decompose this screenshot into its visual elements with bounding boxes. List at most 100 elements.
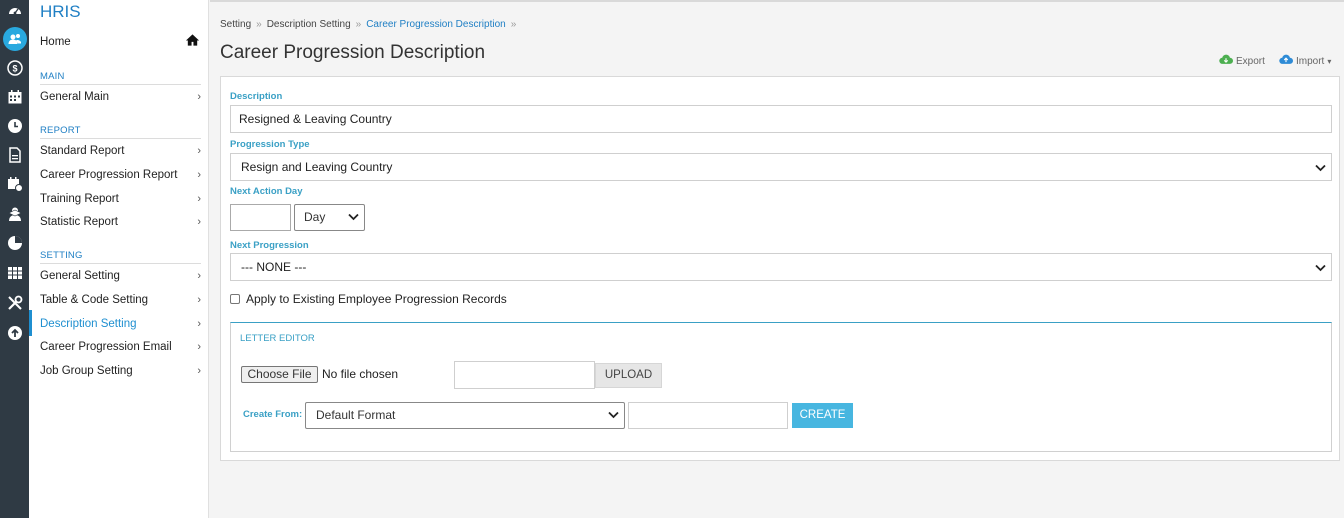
upload-button[interactable]: UPLOAD [595,363,662,388]
description-label: Description [230,91,283,102]
import-label: Import [1296,55,1325,67]
create-from-select[interactable]: Default Format [305,402,625,429]
import-button[interactable]: Import ▾ [1279,54,1331,68]
report-icon[interactable] [0,232,29,254]
progression-type-value: Resign and Leaving Country [241,160,393,174]
create-button[interactable]: CREATE [792,403,853,428]
schedule-icon[interactable] [0,173,29,195]
upload-name-input[interactable] [454,361,595,389]
sidebar-item-label: Home [40,36,71,48]
create-from-label: Create From: [243,409,303,420]
sidebar: HRIS Home MAIN General Main › REPORT Stan… [29,0,209,518]
section-main: MAIN [40,71,201,85]
sidebar-item-career-progression-email[interactable]: Career Progression Email › [40,338,201,356]
chevron-right-icon: › [197,216,201,228]
breadcrumb: Setting » Description Setting » Career Progr… [220,19,521,30]
create-name-input[interactable] [628,402,788,429]
chevron-right-icon: › [197,145,201,157]
dashboard-icon[interactable] [0,0,29,22]
sidebar-item-general-main[interactable]: General Main › [40,88,201,106]
breadcrumb-separator: » [355,19,362,30]
breadcrumb-setting[interactable]: Setting [220,19,251,30]
training-icon[interactable] [0,203,29,225]
document-icon[interactable] [0,144,29,166]
page-title: Career Progression Description [220,42,486,63]
sidebar-item-label: Career Progression Email [40,341,172,353]
next-action-unit-select[interactable]: Day [294,204,365,231]
next-action-day-label: Next Action Day [230,186,303,197]
sidebar-item-label: Job Group Setting [40,365,133,377]
main-content: Setting » Description Setting » Career Progr… [210,0,1344,518]
chevron-right-icon: › [197,365,201,377]
caret-down-icon: ▾ [1327,56,1332,66]
breadcrumb-separator: » [256,19,262,30]
choose-file-button[interactable]: Choose File [241,366,318,383]
home-icon [185,33,200,50]
cloud-download-icon [1219,54,1233,68]
sidebar-item-standard-report[interactable]: Standard Report › [40,142,201,160]
sidebar-item-label: Description Setting [40,318,137,330]
payroll-icon[interactable]: $ [0,57,29,79]
upload-icon[interactable] [0,322,29,344]
sidebar-item-label: General Main [40,91,110,103]
chevron-down-icon [1315,154,1326,182]
form-card: Description Resigned & Leaving Country P… [220,76,1340,461]
users-icon[interactable] [0,27,29,51]
sidebar-item-label: Career Progression Report [40,169,178,181]
chevron-right-icon: › [197,193,201,205]
section-report: REPORT [40,125,201,139]
next-action-unit-value: Day [304,210,326,224]
chevron-right-icon: › [197,91,201,103]
chevron-right-icon: › [197,270,201,282]
chevron-down-icon [348,205,359,230]
sidebar-item-label: Training Report [40,193,119,205]
clock-icon[interactable] [0,115,29,137]
top-divider [210,0,1344,2]
active-indicator [29,310,32,336]
letter-editor-panel: LETTER EDITOR Choose File No file chosen… [230,322,1332,452]
svg-text:$: $ [12,64,17,74]
file-status-text: No file chosen [322,367,399,381]
export-label: Export [1236,55,1265,67]
breadcrumb-current[interactable]: Career Progression Description [366,19,506,30]
calendar-icon[interactable] [0,86,29,108]
chevron-down-icon [1315,254,1326,282]
icon-rail: $ [0,0,29,518]
sidebar-item-description-setting[interactable]: Description Setting › [40,315,201,333]
apply-existing-label: Apply to Existing Employee Progression R… [246,292,507,306]
next-progression-select[interactable]: --- NONE --- [230,253,1332,281]
next-progression-value: --- NONE --- [241,260,307,274]
letter-editor-title: LETTER EDITOR [240,333,315,344]
sidebar-item-table-code-setting[interactable]: Table & Code Setting › [40,291,201,309]
apply-existing-checkbox[interactable] [230,294,240,304]
chevron-right-icon: › [197,341,201,353]
sidebar-item-label: Table & Code Setting [40,294,149,306]
section-setting: SETTING [40,250,201,264]
grid-icon[interactable] [0,262,29,284]
progression-type-label: Progression Type [230,139,310,150]
sidebar-item-home[interactable]: Home [40,33,200,52]
cloud-upload-icon [1279,54,1293,68]
chevron-down-icon [608,403,619,428]
sidebar-item-career-progression-report[interactable]: Career Progression Report › [40,166,201,184]
chevron-right-icon: › [197,169,201,181]
create-from-value: Default Format [316,408,396,422]
progression-type-select[interactable]: Resign and Leaving Country [230,153,1332,181]
export-button[interactable]: Export [1219,54,1265,68]
next-action-day-input[interactable] [230,204,291,231]
sidebar-item-statistic-report[interactable]: Statistic Report › [40,213,201,231]
description-input[interactable]: Resigned & Leaving Country [230,105,1332,133]
sidebar-item-training-report[interactable]: Training Report › [40,190,201,208]
breadcrumb-description-setting[interactable]: Description Setting [267,19,351,30]
apply-existing-checkbox-row[interactable]: Apply to Existing Employee Progression R… [230,292,507,306]
sidebar-item-job-group-setting[interactable]: Job Group Setting › [40,362,201,380]
tools-icon[interactable] [0,292,29,314]
chevron-right-icon: › [197,294,201,306]
sidebar-item-label: Statistic Report [40,216,118,228]
sidebar-item-label: General Setting [40,270,120,282]
chevron-right-icon: › [197,318,201,330]
breadcrumb-separator: » [510,19,517,30]
sidebar-item-general-setting[interactable]: General Setting › [40,267,201,285]
next-progression-label: Next Progression [230,240,309,251]
brand-title: HRIS [40,2,81,21]
